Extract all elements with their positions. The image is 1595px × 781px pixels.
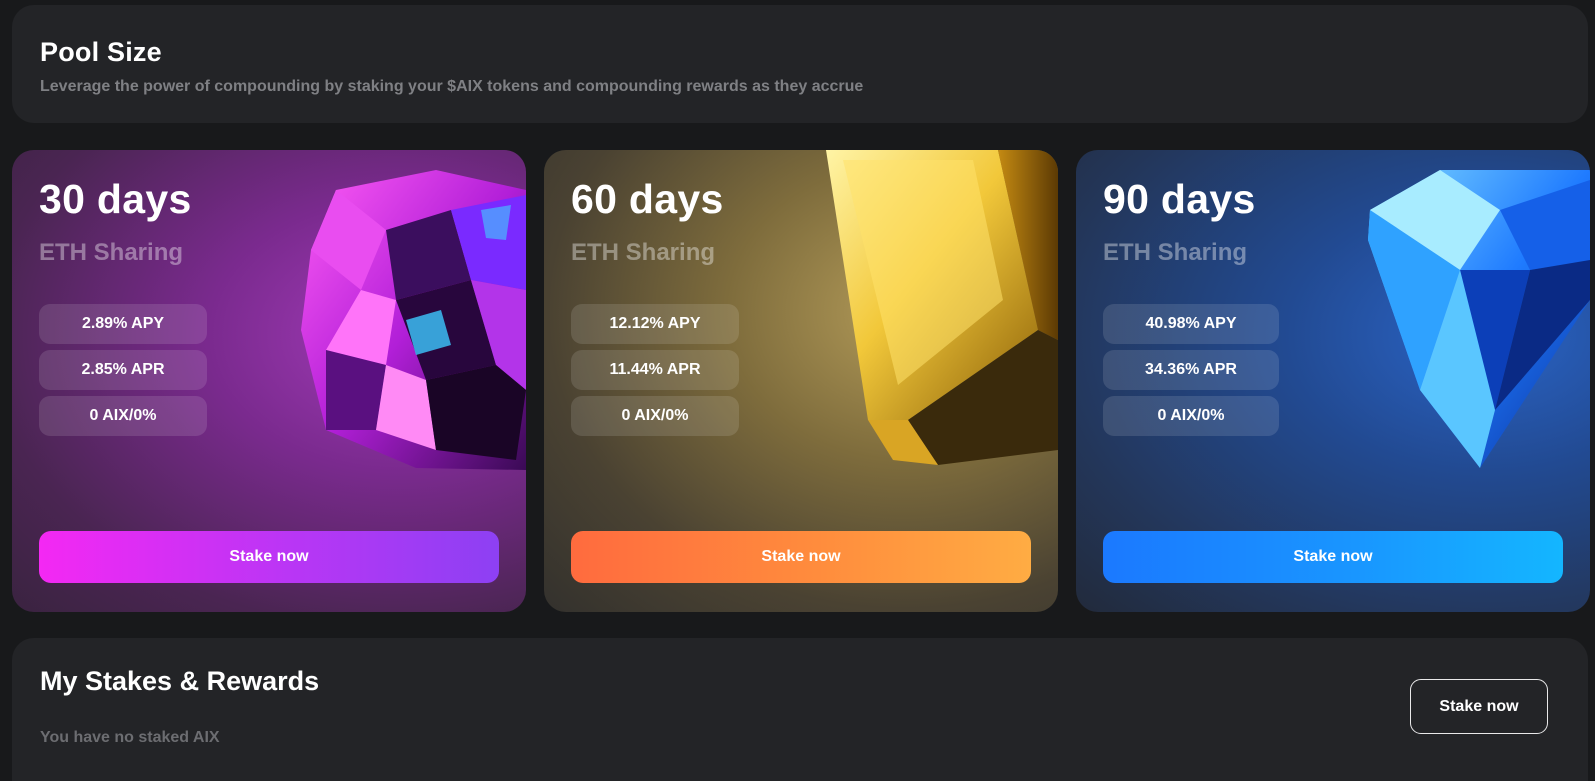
staked-amount-badge: 0 AIX/0% bbox=[571, 396, 739, 436]
staking-card-60-days: 60 days ETH Sharing 12.12% APY 11.44% AP… bbox=[544, 150, 1058, 612]
eth-sharing-label: ETH Sharing bbox=[39, 239, 184, 266]
staking-cards: 30 days ETH Sharing 2.89% APY 2.85% APR … bbox=[12, 150, 1590, 612]
pool-duration: 30 days bbox=[39, 176, 192, 222]
staking-card-30-days: 30 days ETH Sharing 2.89% APY 2.85% APR … bbox=[12, 150, 526, 612]
stake-now-button[interactable]: Stake now bbox=[1410, 679, 1548, 734]
blue-diamond-icon bbox=[1368, 170, 1590, 468]
pool-size-subtitle: Leverage the power of compounding by sta… bbox=[40, 78, 864, 95]
staked-amount-badge: 0 AIX/0% bbox=[1103, 396, 1279, 436]
apy-badge: 40.98% APY bbox=[1103, 304, 1279, 344]
stake-now-button[interactable]: Stake now bbox=[39, 531, 499, 583]
apr-badge: 2.85% APR bbox=[39, 350, 207, 390]
stake-now-button[interactable]: Stake now bbox=[1103, 531, 1563, 583]
gold-bar-icon bbox=[826, 150, 1058, 465]
my-stakes-panel: My Stakes & Rewards You have no staked A… bbox=[12, 638, 1588, 781]
apr-badge: 34.36% APR bbox=[1103, 350, 1279, 390]
eth-sharing-label: ETH Sharing bbox=[571, 239, 716, 266]
staking-card-90-days: 90 days ETH Sharing 40.98% APY 34.36% AP… bbox=[1076, 150, 1590, 612]
stake-now-button[interactable]: Stake now bbox=[571, 531, 1031, 583]
apy-badge: 12.12% APY bbox=[571, 304, 739, 344]
eth-sharing-label: ETH Sharing bbox=[1103, 239, 1248, 266]
my-stakes-title: My Stakes & Rewards bbox=[40, 666, 320, 696]
pool-size-title: Pool Size bbox=[40, 37, 162, 67]
staked-amount-badge: 0 AIX/0% bbox=[39, 396, 207, 436]
purple-crystal-icon bbox=[301, 170, 526, 470]
empty-stakes-message: You have no staked AIX bbox=[40, 729, 220, 746]
pool-duration: 90 days bbox=[1103, 176, 1256, 222]
apr-badge: 11.44% APR bbox=[571, 350, 739, 390]
pool-duration: 60 days bbox=[571, 176, 724, 222]
pool-size-panel: Pool Size Leverage the power of compound… bbox=[12, 5, 1588, 123]
apy-badge: 2.89% APY bbox=[39, 304, 207, 344]
